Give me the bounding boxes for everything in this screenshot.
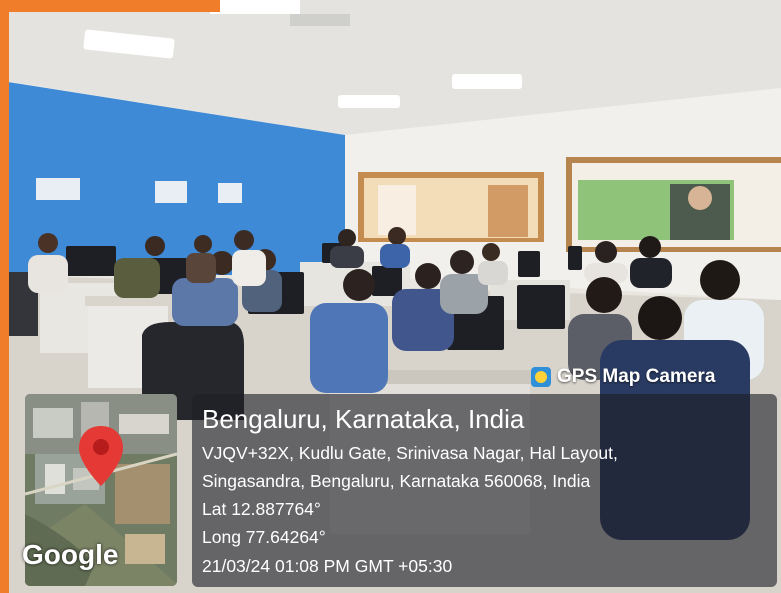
location-title: Bengaluru, Karnataka, India [202,404,525,434]
timestamp: 21/03/24 01:08 PM GMT +05:30 [202,556,453,576]
app-badge-label: GPS Map Camera [557,366,716,387]
google-attribution: Google [22,539,119,570]
longitude: Long 77.64264° [202,527,326,547]
orange-frame-left [0,0,9,593]
address-line-2: Singasandra, Bengaluru, Karnataka 560068… [202,471,591,491]
app-badge: GPS Map Camera [531,362,715,392]
orange-frame-top [0,0,220,12]
gps-map-camera-icon [531,367,551,387]
address-line-1: VJQV+32X, Kudlu Gate, Srinivasa Nagar, H… [202,443,618,463]
latitude: Lat 12.887764° [202,499,321,519]
